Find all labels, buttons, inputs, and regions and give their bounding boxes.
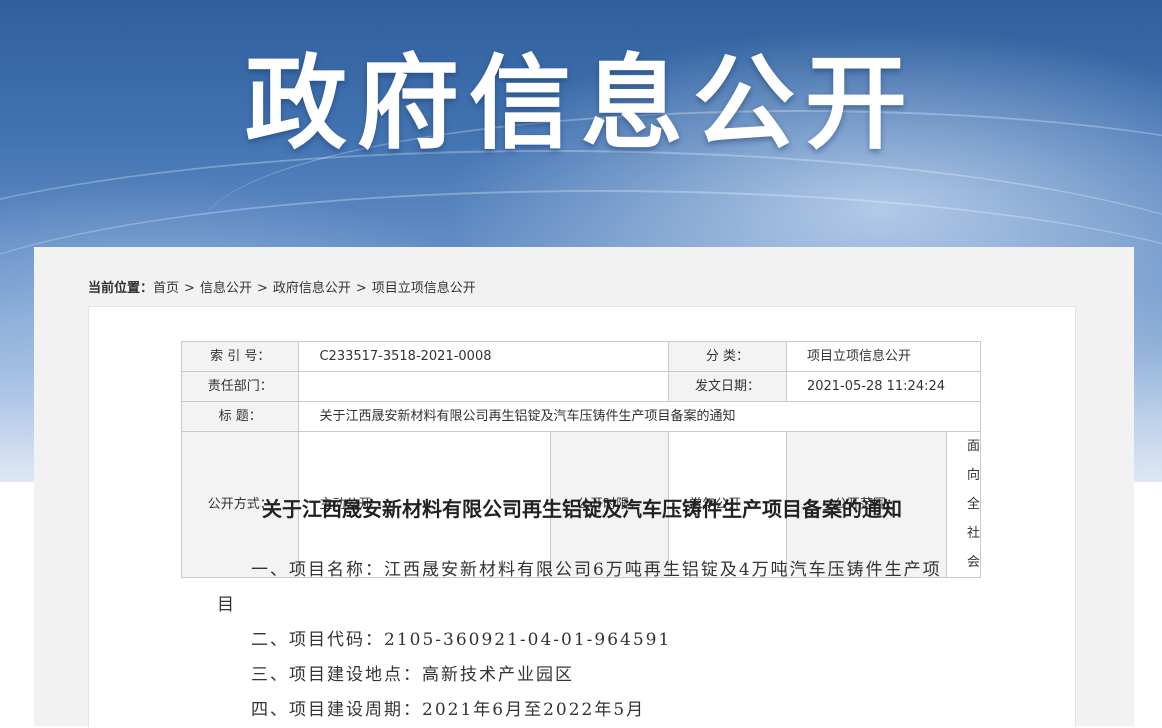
title-value: 关于江西晟安新材料有限公司再生铝锭及汽车压铸件生产项目备案的通知 (298, 401, 981, 432)
metadata-table: 索 引 号： C233517-3518-2021-0008 分 类： 项目立项信… (180, 341, 982, 578)
article-container: 索 引 号： C233517-3518-2021-0008 分 类： 项目立项信… (88, 306, 1076, 727)
department-label: 责任部门： (180, 371, 300, 402)
metadata-row: 责任部门： 发文日期： 2021-05-28 11:24:24 (180, 371, 982, 402)
content-panel: 当前位置：首页 > 信息公开 > 政府信息公开 > 项目立项信息公开 索 引 号： C233… (34, 247, 1134, 727)
breadcrumb-link-project-info[interactable]: 项目立项信息公开 (372, 281, 476, 296)
index-number-label: 索 引 号： (180, 341, 300, 372)
document-paragraph: 二、项目代码：2105-360921-04-01-964591 (251, 630, 672, 650)
breadcrumb: 当前位置：首页 > 信息公开 > 政府信息公开 > 项目立项信息公开 (88, 277, 476, 296)
document-body: 一、项目名称：江西晟安新材料有限公司6万吨再生铝锭及4万吨汽车压铸件生产项目 二… (217, 553, 947, 728)
issue-date-value: 2021-05-28 11:24:24 (785, 371, 982, 402)
breadcrumb-link-info[interactable]: 信息公开 (200, 281, 252, 296)
title-label: 标 题： (180, 401, 300, 432)
category-value: 项目立项信息公开 (785, 341, 982, 372)
breadcrumb-separator: > (184, 281, 195, 296)
breadcrumb-separator: > (355, 281, 367, 296)
department-value (298, 371, 670, 402)
document-title: 关于江西晟安新材料有限公司再生铝锭及汽车压铸件生产项目备案的通知 (262, 497, 902, 521)
index-number-value: C233517-3518-2021-0008 (298, 341, 670, 372)
metadata-row: 索 引 号： C233517-3518-2021-0008 分 类： 项目立项信… (180, 341, 982, 372)
issue-date-label: 发文日期： (668, 371, 787, 402)
document-paragraph: 四、项目建设周期：2021年6月至2022年5月 (251, 700, 646, 720)
breadcrumb-link-home[interactable]: 首页 (153, 281, 179, 296)
breadcrumb-link-gov-info[interactable]: 政府信息公开 (273, 281, 351, 296)
category-label: 分 类： (668, 341, 787, 372)
breadcrumb-separator: > (256, 281, 268, 296)
metadata-row: 标 题： 关于江西晟安新材料有限公司再生铝锭及汽车压铸件生产项目备案的通知 (180, 401, 981, 432)
document-paragraph: 三、项目建设地点：高新技术产业园区 (251, 665, 574, 685)
breadcrumb-lead: 当前位置： (88, 281, 154, 296)
banner-title: 政府信息公开 (245, 45, 917, 164)
document-paragraph: 一、项目名称：江西晟安新材料有限公司6万吨再生铝锭及4万吨汽车压铸件生产项目 (217, 560, 942, 615)
